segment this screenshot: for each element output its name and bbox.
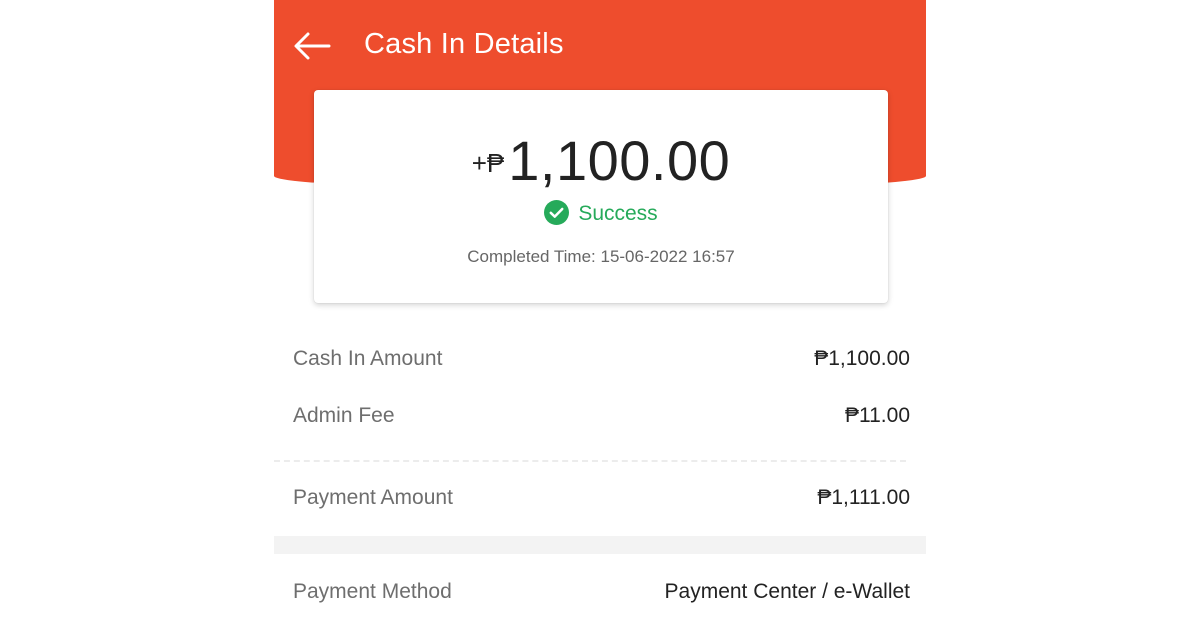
payment-amount-value: ₱1,111.00 bbox=[817, 486, 910, 509]
payment-amount-row: Payment Amount ₱1,111.00 bbox=[293, 486, 910, 510]
screenshot-stage: Cash In Details +₱1,100.00 Success Compl… bbox=[0, 0, 1200, 628]
admin-fee-label: Admin Fee bbox=[293, 404, 395, 427]
payment-method-row: Payment Method Payment Center / e-Wallet bbox=[293, 580, 910, 604]
status-indicator: Success bbox=[314, 200, 888, 226]
cash-in-details-screen: Cash In Details +₱1,100.00 Success Compl… bbox=[274, 0, 926, 628]
dashed-divider bbox=[274, 460, 906, 462]
section-separator bbox=[274, 536, 926, 554]
cash-in-amount-row: Cash In Amount ₱1,100.00 bbox=[293, 347, 910, 371]
admin-fee-value: ₱11.00 bbox=[845, 404, 910, 427]
payment-method-value: Payment Center / e-Wallet bbox=[664, 580, 910, 603]
total-amount: +₱1,100.00 bbox=[314, 128, 888, 193]
cash-in-amount-value: ₱1,100.00 bbox=[814, 347, 910, 370]
arrow-left-icon bbox=[294, 32, 331, 60]
admin-fee-row: Admin Fee ₱11.00 bbox=[293, 404, 910, 428]
back-button[interactable] bbox=[292, 26, 332, 66]
transaction-summary-card: +₱1,100.00 Success Completed Time: 15-06… bbox=[314, 90, 888, 303]
amount-sign-currency: +₱ bbox=[471, 148, 505, 178]
amount-value: 1,100.00 bbox=[508, 129, 731, 192]
check-circle-icon bbox=[544, 200, 570, 225]
status-text: Success bbox=[578, 202, 658, 225]
payment-amount-label: Payment Amount bbox=[293, 486, 453, 509]
completed-time: Completed Time: 15-06-2022 16:57 bbox=[467, 247, 735, 266]
payment-method-label: Payment Method bbox=[293, 580, 452, 603]
page-title: Cash In Details bbox=[364, 28, 564, 60]
cash-in-amount-label: Cash In Amount bbox=[293, 347, 443, 370]
